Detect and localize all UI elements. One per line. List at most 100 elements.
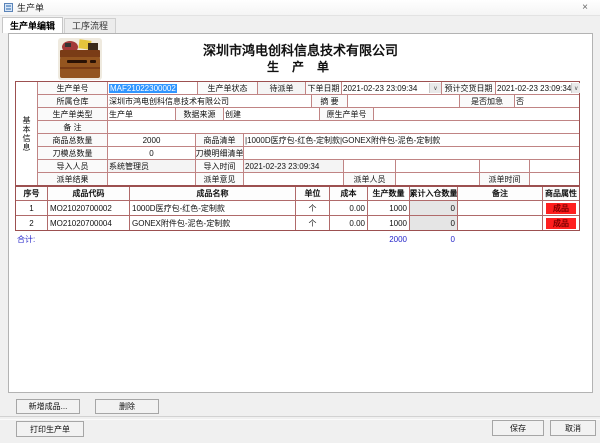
- dispatch-time-label: 派单时间: [480, 173, 530, 185]
- dispatch-opinion-field: [244, 173, 344, 185]
- delete-button[interactable]: 删除: [95, 399, 159, 414]
- content-panel: 深圳市鸿电创科信息技术有限公司 生 产 单 基本信息 生产单号 MAF21022…: [8, 33, 593, 393]
- orig-order-no-field[interactable]: [374, 108, 580, 120]
- order-date-label: 下单日期: [306, 82, 342, 94]
- form-row: 备 注: [38, 121, 579, 134]
- save-button[interactable]: 保存: [492, 420, 544, 436]
- col-qty: 生产数量: [368, 187, 410, 200]
- dispatch-time-field: [530, 173, 580, 185]
- total-label: 合计:: [15, 234, 129, 245]
- data-source-label: 数据来源: [176, 108, 224, 120]
- form-row: 所属仓库 深圳市鸿电创科信息技术有限公司 摘 要 是否加急 否: [38, 95, 579, 108]
- product-name-cell: GONEX附件包-泥色-定制款: [130, 216, 296, 230]
- company-name: 深圳市鸿电创科信息技术有限公司: [9, 40, 592, 59]
- in-qty-cell: 0: [410, 216, 458, 230]
- chevron-down-icon[interactable]: ∨: [429, 83, 441, 93]
- remark-field[interactable]: [108, 121, 580, 133]
- table-header-row: 序号 成品代码 成品名称 单位 成本 生产数量 累计入仓数量 备注 商品属性: [16, 187, 579, 201]
- row-no-cell: 2: [16, 216, 48, 230]
- dispatcher-field: [396, 173, 480, 185]
- col-code: 成品代码: [48, 187, 130, 200]
- product-name-cell: 1000D医疗包-红色-定制款: [130, 201, 296, 215]
- die-qty-label: 刀模总数量: [38, 147, 108, 159]
- unit-cell: 个: [296, 216, 330, 230]
- delivery-date-field[interactable]: 2021-02-23 23:09:34 ∨: [496, 82, 580, 94]
- remark-label: 备 注: [38, 121, 108, 133]
- cancel-button[interactable]: 取消: [550, 420, 596, 436]
- table-row[interactable]: 2 MO21020700004 GONEX附件包-泥色-定制款 个 0.00 1…: [16, 216, 579, 230]
- tab-process-flow[interactable]: 工序流程: [64, 18, 116, 33]
- total-qty-label: 商品总数量: [38, 134, 108, 146]
- unit-cell: 个: [296, 201, 330, 215]
- orig-order-no-label: 原生产单号: [320, 108, 374, 120]
- col-cost: 成本: [330, 187, 368, 200]
- add-product-button[interactable]: 新增成品...: [16, 399, 80, 414]
- close-icon[interactable]: ×: [577, 2, 593, 14]
- in-qty-cell: 0: [410, 201, 458, 215]
- dispatch-opinion-label: 派单意见: [196, 173, 244, 185]
- col-name: 成品名称: [130, 187, 296, 200]
- dispatch-result-field: [108, 173, 196, 185]
- order-date-field[interactable]: 2021-02-23 23:09:34 ∨: [342, 82, 442, 94]
- window-title: 生产单: [17, 1, 44, 14]
- print-order-button[interactable]: 打印生产单: [16, 421, 84, 437]
- app-icon: [4, 3, 13, 12]
- basic-info-label: 基本信息: [21, 116, 32, 152]
- col-in-qty: 累计入仓数量: [410, 187, 458, 200]
- empty-cell: [480, 160, 530, 172]
- col-unit: 单位: [296, 187, 330, 200]
- product-code-cell: MO21020700004: [48, 216, 130, 230]
- order-type-field[interactable]: 生产单: [108, 108, 176, 120]
- product-list-field[interactable]: |1000D医疗包-红色-定制款|GONEX附件包-泥色-定制款: [244, 134, 580, 146]
- delivery-date-label: 预计交货日期: [442, 82, 496, 94]
- row-no-cell: 1: [16, 201, 48, 215]
- attr-cell: 成品: [543, 201, 579, 215]
- warehouse-field[interactable]: 深圳市鸿电创科信息技术有限公司: [108, 95, 312, 107]
- form-row: 刀模总数量 0 刀模明细清单: [38, 147, 579, 160]
- chevron-down-icon[interactable]: ∨: [571, 83, 580, 93]
- data-source-field[interactable]: 创建: [224, 108, 320, 120]
- summary-field[interactable]: [348, 95, 460, 107]
- order-no-selected-text: MAF21022300002: [109, 84, 177, 93]
- warehouse-label: 所属仓库: [38, 95, 108, 107]
- form-row: 生产单号 MAF21022300002 生产单状态 待派单 下单日期 2021-…: [38, 82, 579, 95]
- die-list-field[interactable]: [244, 147, 580, 159]
- status-label: 生产单状态: [198, 82, 258, 94]
- order-date-value: 2021-02-23 23:09:34: [343, 84, 417, 93]
- totals-row: 合计: 2000 0: [15, 233, 580, 245]
- cost-cell: 0.00: [330, 201, 368, 215]
- col-attr: 商品属性: [543, 187, 579, 200]
- qty-cell[interactable]: 1000: [368, 201, 410, 215]
- empty-cell: [530, 160, 580, 172]
- die-qty-field: 0: [108, 147, 196, 159]
- form-row: 导入人员 系统管理员 导入时间 2021-02-23 23:09:34: [38, 160, 579, 173]
- total-in-qty-value: 0: [409, 235, 457, 244]
- table-row[interactable]: 1 MO21020700002 1000D医疗包-红色-定制款 个 0.00 1…: [16, 201, 579, 216]
- order-no-field[interactable]: MAF21022300002: [108, 82, 198, 94]
- qty-cell[interactable]: 1000: [368, 216, 410, 230]
- product-attr-badge[interactable]: 成品: [546, 218, 576, 229]
- window-titlebar: 生产单: [0, 0, 600, 16]
- basic-info-band: 基本信息: [16, 82, 38, 185]
- product-code-cell: MO21020700002: [48, 201, 130, 215]
- empty-cell: [344, 160, 396, 172]
- product-attr-badge[interactable]: 成品: [546, 203, 576, 214]
- products-table: 序号 成品代码 成品名称 单位 成本 生产数量 累计入仓数量 备注 商品属性 1…: [15, 186, 580, 231]
- document-title: 生 产 单: [9, 58, 592, 75]
- order-no-label: 生产单号: [38, 82, 108, 94]
- col-remark: 备注: [458, 187, 543, 200]
- urgent-field[interactable]: 否: [515, 95, 580, 107]
- summary-label: 摘 要: [312, 95, 348, 107]
- remark-cell[interactable]: [458, 201, 543, 215]
- basic-info-section: 基本信息 生产单号 MAF21022300002 生产单状态 待派单 下单日期 …: [15, 81, 580, 186]
- attr-cell: 成品: [543, 216, 579, 230]
- tab-strip: 生产单编辑 工序流程: [0, 16, 600, 33]
- form-row: 派单结果 派单意见 派单人员 派单时间: [38, 173, 579, 185]
- total-qty-field: 2000: [108, 134, 196, 146]
- remark-cell[interactable]: [458, 216, 543, 230]
- order-type-label: 生产单类型: [38, 108, 108, 120]
- die-list-label: 刀模明细清单: [196, 147, 244, 159]
- tab-production-order-edit[interactable]: 生产单编辑: [2, 17, 63, 33]
- cost-cell: 0.00: [330, 216, 368, 230]
- form-row: 商品总数量 2000 商品清单 |1000D医疗包-红色-定制款|GONEX附件…: [38, 134, 579, 147]
